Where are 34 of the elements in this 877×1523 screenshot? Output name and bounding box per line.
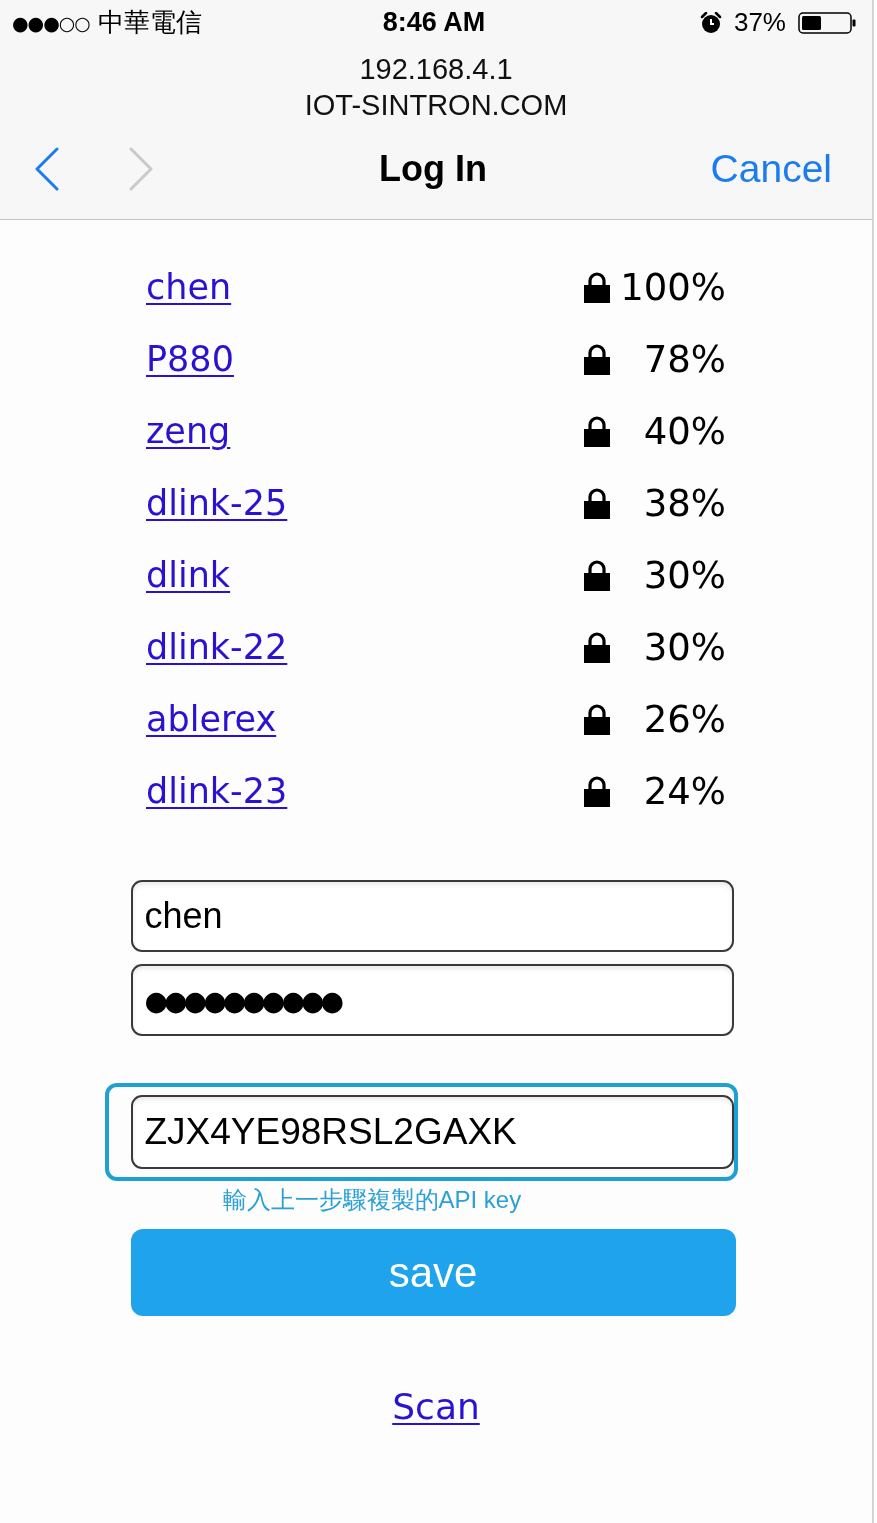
signal-percent: 38% (642, 481, 726, 525)
network-link[interactable]: dlink-23 (146, 771, 288, 811)
signal-percent: 78% (642, 337, 726, 381)
signal-percent: 24% (642, 769, 726, 813)
password-field[interactable]: ●●●●●●●●●● (130, 964, 734, 1036)
carrier-name: 中華電信 (97, 6, 202, 39)
network-link[interactable]: P880 (146, 339, 234, 379)
signal-percent: 30% (642, 625, 726, 669)
hint-text: 輸入上一步驟複製的API key (222, 1185, 522, 1215)
signal-percent: 100% (619, 265, 726, 309)
back-button[interactable] (34, 147, 60, 191)
ssid-field[interactable]: chen (130, 880, 734, 952)
battery-percent: 37% (733, 7, 786, 38)
battery-icon (798, 11, 856, 34)
network-link[interactable]: ablerex (146, 699, 277, 739)
signal-percent: 40% (642, 409, 726, 453)
page-address: 192.168.4.1 (359, 52, 513, 87)
chevron-left-icon (34, 147, 60, 191)
scan-link[interactable]: Scan (392, 1386, 480, 1427)
network-link[interactable]: chen (146, 267, 232, 307)
alarm-clock-icon (699, 11, 722, 34)
network-link[interactable]: dlink-22 (146, 627, 288, 667)
signal-percent: 30% (642, 553, 726, 597)
network-link[interactable]: dlink (146, 555, 231, 595)
page-title: Log In (379, 148, 487, 190)
signal-strength: ●●●○○ (12, 11, 90, 34)
network-link[interactable]: zeng (146, 411, 231, 451)
signal-percent: 26% (642, 697, 726, 741)
network-link[interactable]: dlink-25 (146, 483, 288, 523)
clock-time: 8:46 AM (382, 7, 486, 38)
site-name: IOT-SINTRON.COM (304, 88, 568, 123)
cancel-button[interactable]: Cancel (710, 147, 832, 191)
chevron-right-icon (128, 147, 154, 191)
api-key-field[interactable]: ZJX4YE98RSL2GAXK (130, 1095, 734, 1169)
